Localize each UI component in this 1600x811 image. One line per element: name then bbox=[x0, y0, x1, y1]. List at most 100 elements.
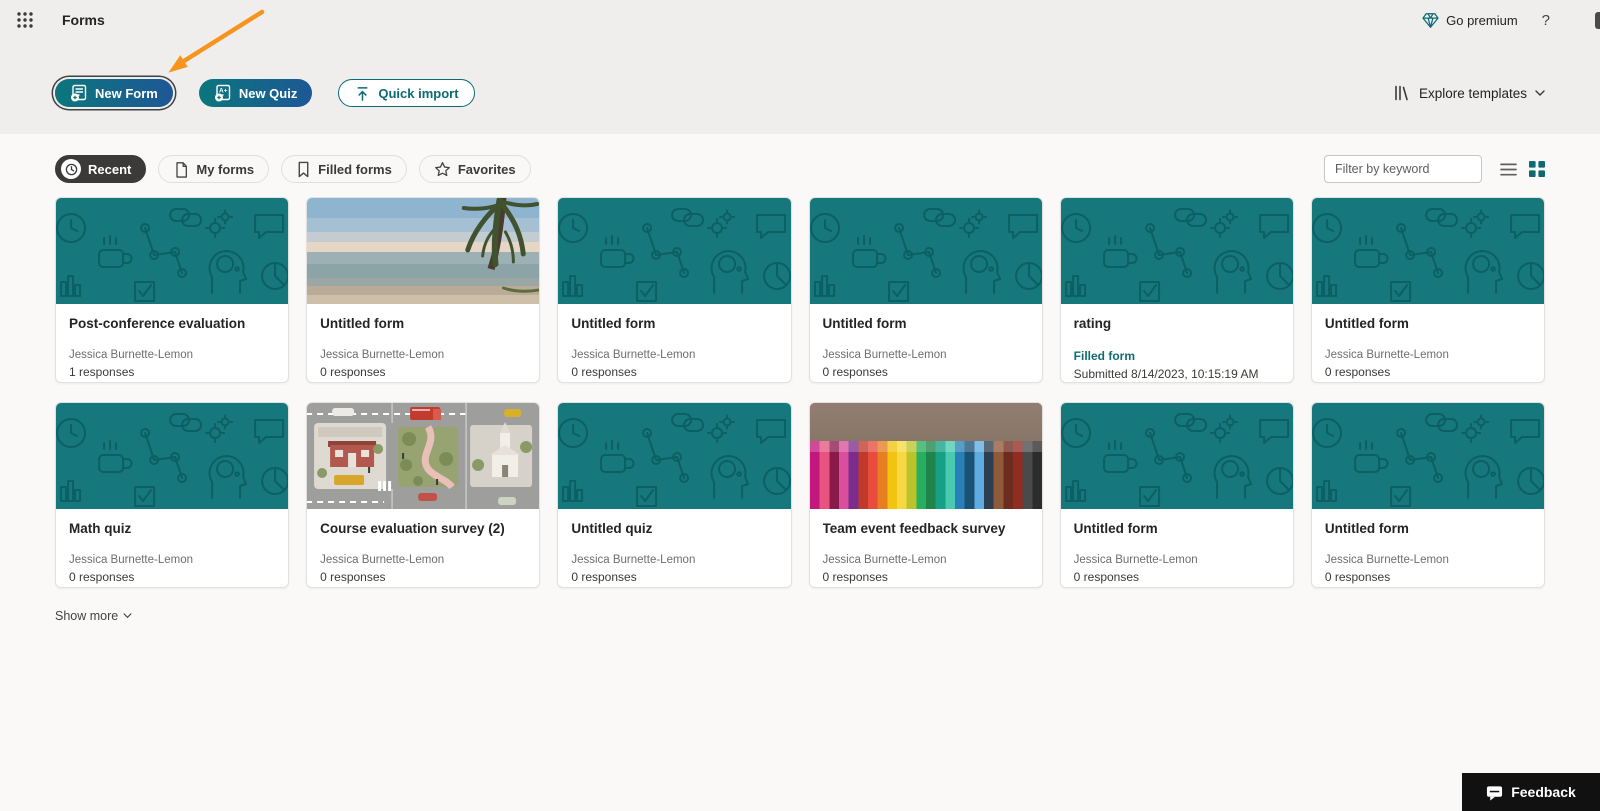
quiz-plus-icon: A+ bbox=[214, 84, 231, 102]
form-card-title: Untitled form bbox=[1073, 521, 1158, 536]
list-view-icon bbox=[1500, 163, 1517, 175]
form-card[interactable]: rating Filled form Submitted 8/14/2023, … bbox=[1059, 197, 1294, 383]
form-card[interactable]: Untitled quiz Jessica Burnette-Lemon 0 r… bbox=[557, 402, 792, 588]
card-meta-primary: Jessica Burnette-Lemon bbox=[822, 554, 947, 566]
feedback-button[interactable]: Feedback bbox=[1462, 773, 1600, 811]
card-meta-primary: Jessica Burnette-Lemon bbox=[1324, 349, 1449, 361]
form-card[interactable]: Untitled form Jessica Burnette-Lemon 0 r… bbox=[1310, 402, 1545, 588]
card-meta-primary: Filled form bbox=[1073, 349, 1135, 363]
card-meta-secondary: 0 responses bbox=[1073, 570, 1140, 584]
toolbar: New Form A+ New Quiz Quick import Explor… bbox=[55, 79, 1545, 107]
form-card[interactable]: Untitled form Jessica Burnette-Lemon 0 r… bbox=[306, 197, 541, 383]
pencils-photo-thumbnail bbox=[809, 403, 1042, 509]
help-button[interactable]: ? bbox=[1542, 12, 1550, 29]
card-meta-secondary: 0 responses bbox=[320, 570, 386, 584]
go-premium-button[interactable]: Go premium bbox=[1421, 11, 1518, 30]
form-card-thumbnail bbox=[307, 198, 539, 304]
form-card[interactable]: Untitled form Jessica Burnette-Lemon 0 r… bbox=[557, 197, 792, 383]
beach-photo-thumbnail bbox=[307, 198, 539, 304]
form-card[interactable]: Untitled form Jessica Burnette-Lemon 0 r… bbox=[1059, 402, 1294, 588]
card-meta-secondary: 0 responses bbox=[320, 365, 386, 379]
explore-templates-label: Explore templates bbox=[1418, 85, 1527, 101]
app-launcher-button[interactable] bbox=[14, 9, 36, 31]
card-meta-secondary: 0 responses bbox=[1324, 365, 1391, 379]
search-input[interactable] bbox=[1324, 155, 1482, 183]
chevron-down-icon bbox=[123, 613, 132, 619]
filter-tab-recent[interactable]: Recent bbox=[55, 155, 147, 183]
form-card-title: Post-conference evaluation bbox=[69, 316, 246, 331]
card-meta-primary: Jessica Burnette-Lemon bbox=[320, 554, 445, 566]
form-card-thumbnail bbox=[56, 403, 288, 509]
document-icon bbox=[176, 161, 188, 178]
card-meta-primary: Jessica Burnette-Lemon bbox=[571, 349, 696, 361]
card-meta-secondary: 0 responses bbox=[1324, 570, 1391, 584]
grid-view-button[interactable] bbox=[1529, 161, 1545, 177]
page-title: Forms bbox=[62, 12, 105, 28]
show-more-label: Show more bbox=[55, 609, 119, 623]
quick-import-button[interactable]: Quick import bbox=[338, 79, 475, 107]
card-meta-primary: Jessica Burnette-Lemon bbox=[1324, 554, 1449, 566]
teal-doodle-thumbnail bbox=[1061, 403, 1293, 509]
filter-tab-filled-forms[interactable]: Filled forms bbox=[281, 155, 407, 183]
form-card-thumbnail bbox=[558, 198, 790, 304]
feedback-label: Feedback bbox=[1511, 784, 1576, 800]
profile-avatar-partial[interactable] bbox=[1595, 12, 1600, 29]
teal-doodle-thumbnail bbox=[1061, 198, 1293, 304]
card-meta-secondary: 1 responses bbox=[69, 365, 135, 379]
diamond-icon bbox=[1422, 12, 1439, 28]
question-mark-icon: ? bbox=[1541, 11, 1550, 29]
card-meta-primary: Jessica Burnette-Lemon bbox=[571, 554, 696, 566]
main-content: Recent My forms Filled forms Favorites F… bbox=[0, 134, 1600, 625]
svg-text:A+: A+ bbox=[219, 88, 228, 95]
form-card-thumbnail bbox=[56, 198, 288, 304]
teal-doodle-thumbnail bbox=[558, 198, 790, 304]
form-card[interactable]: Math quiz Jessica Burnette-Lemon 0 respo… bbox=[55, 402, 290, 588]
forms-grid: Post-conference evaluation Jessica Burne… bbox=[55, 197, 1545, 588]
teal-doodle-thumbnail bbox=[1312, 198, 1544, 304]
filter-tab-label: My forms bbox=[196, 161, 255, 177]
form-card[interactable]: Untitled form Jessica Burnette-Lemon 0 r… bbox=[808, 197, 1043, 383]
filter-tabs: Recent My forms Filled forms Favorites bbox=[55, 155, 531, 183]
top-region: Forms Go premium ? New Form A+ New Quiz … bbox=[0, 0, 1600, 134]
chevron-down-icon bbox=[1535, 89, 1545, 96]
new-quiz-button[interactable]: A+ New Quiz bbox=[198, 79, 313, 107]
upload-arrow-icon bbox=[357, 86, 368, 101]
filter-tab-favorites[interactable]: Favorites bbox=[418, 155, 531, 183]
form-card-title: Untitled form bbox=[1324, 316, 1409, 331]
new-form-label: New Form bbox=[95, 85, 158, 101]
filter-tab-my-forms[interactable]: My forms bbox=[158, 155, 270, 183]
form-card-title: Team event feedback survey bbox=[822, 521, 1006, 536]
form-card-thumbnail bbox=[307, 403, 539, 509]
topbar: Forms Go premium ? bbox=[0, 0, 1600, 40]
new-form-button[interactable]: New Form bbox=[55, 79, 173, 107]
list-view-button[interactable] bbox=[1500, 162, 1517, 177]
form-card[interactable]: Post-conference evaluation Jessica Burne… bbox=[55, 197, 290, 383]
town-illustration-thumbnail bbox=[307, 403, 539, 509]
card-meta-secondary: Submitted 8/14/2023, 10:15:19 AM bbox=[1073, 367, 1259, 381]
bookmark-icon bbox=[298, 161, 309, 177]
form-card-title: Untitled quiz bbox=[571, 521, 653, 536]
quick-import-label: Quick import bbox=[378, 85, 459, 101]
card-meta-primary: Jessica Burnette-Lemon bbox=[69, 349, 194, 361]
filter-tab-label: Favorites bbox=[457, 161, 516, 177]
form-card-thumbnail bbox=[1312, 198, 1544, 304]
card-meta-secondary: 0 responses bbox=[822, 570, 888, 584]
form-card-thumbnail bbox=[1061, 198, 1293, 304]
form-card[interactable]: Untitled form Jessica Burnette-Lemon 0 r… bbox=[1310, 197, 1545, 383]
card-meta-secondary: 0 responses bbox=[571, 365, 637, 379]
form-card-thumbnail bbox=[1312, 403, 1544, 509]
speech-bubble-icon bbox=[1487, 785, 1503, 801]
form-card-title: Untitled form bbox=[822, 316, 907, 331]
card-meta-primary: Jessica Burnette-Lemon bbox=[320, 349, 445, 361]
explore-templates-button[interactable]: Explore templates bbox=[1393, 84, 1545, 102]
teal-doodle-thumbnail bbox=[56, 403, 288, 509]
card-meta-primary: Jessica Burnette-Lemon bbox=[69, 554, 194, 566]
form-card[interactable]: Team event feedback survey Jessica Burne… bbox=[808, 402, 1043, 588]
teal-doodle-thumbnail bbox=[810, 198, 1042, 304]
card-meta-secondary: 0 responses bbox=[69, 570, 135, 584]
teal-doodle-thumbnail bbox=[558, 403, 790, 509]
form-card[interactable]: Course evaluation survey (2) Jessica Bur… bbox=[306, 402, 541, 588]
form-card-thumbnail bbox=[809, 403, 1042, 509]
show-more-button[interactable]: Show more bbox=[55, 609, 132, 623]
form-card-title: Untitled form bbox=[571, 316, 656, 331]
